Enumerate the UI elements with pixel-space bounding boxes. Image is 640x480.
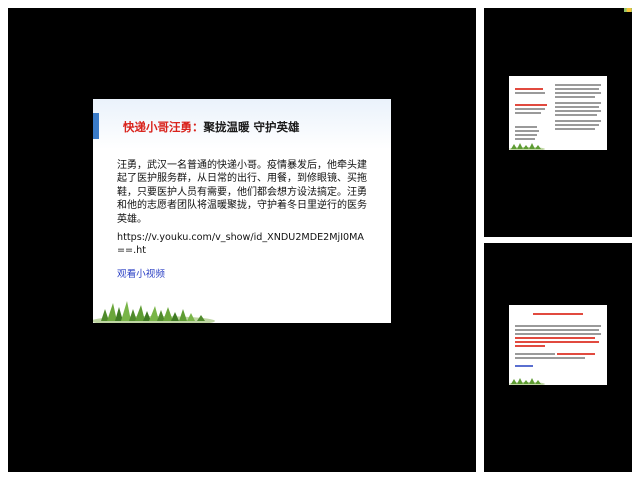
slide-thumbnail-3[interactable] [484, 243, 632, 472]
video-url-text: https://v.youku.com/v_show/id_XNDU2MDE2M… [117, 232, 364, 256]
slide-body-text: 汪勇，武汉一名普通的快递小哥。疫情暴发后，他牵头建起了医护服务群，从日常的出行、… [117, 160, 367, 225]
main-slide: 快递小哥汪勇：聚拢温暖 守护英雄 汪勇，武汉一名普通的快递小哥。疫情暴发后，他牵… [93, 99, 391, 323]
slide-thumbnail-2[interactable] [484, 8, 632, 237]
thumbnail-3-slide [509, 305, 607, 385]
watch-video-link[interactable]: 观看小视频 [117, 266, 165, 280]
slide-title-name: 快递小哥汪勇： [123, 120, 204, 134]
thumbnail-2-slide [509, 76, 607, 150]
slide-title: 快递小哥汪勇：聚拢温暖 守护英雄 [123, 119, 300, 135]
slide-title-bar: 快递小哥汪勇：聚拢温暖 守护英雄 [93, 99, 391, 149]
corner-decoration-icon [622, 8, 632, 12]
title-accent-bar [93, 113, 99, 139]
main-slide-pane: 快递小哥汪勇：聚拢温暖 守护英雄 汪勇，武汉一名普通的快递小哥。疫情暴发后，他牵… [8, 8, 476, 472]
grass-decoration [93, 301, 215, 323]
slide-title-subtitle: 聚拢温暖 守护英雄 [203, 120, 300, 134]
